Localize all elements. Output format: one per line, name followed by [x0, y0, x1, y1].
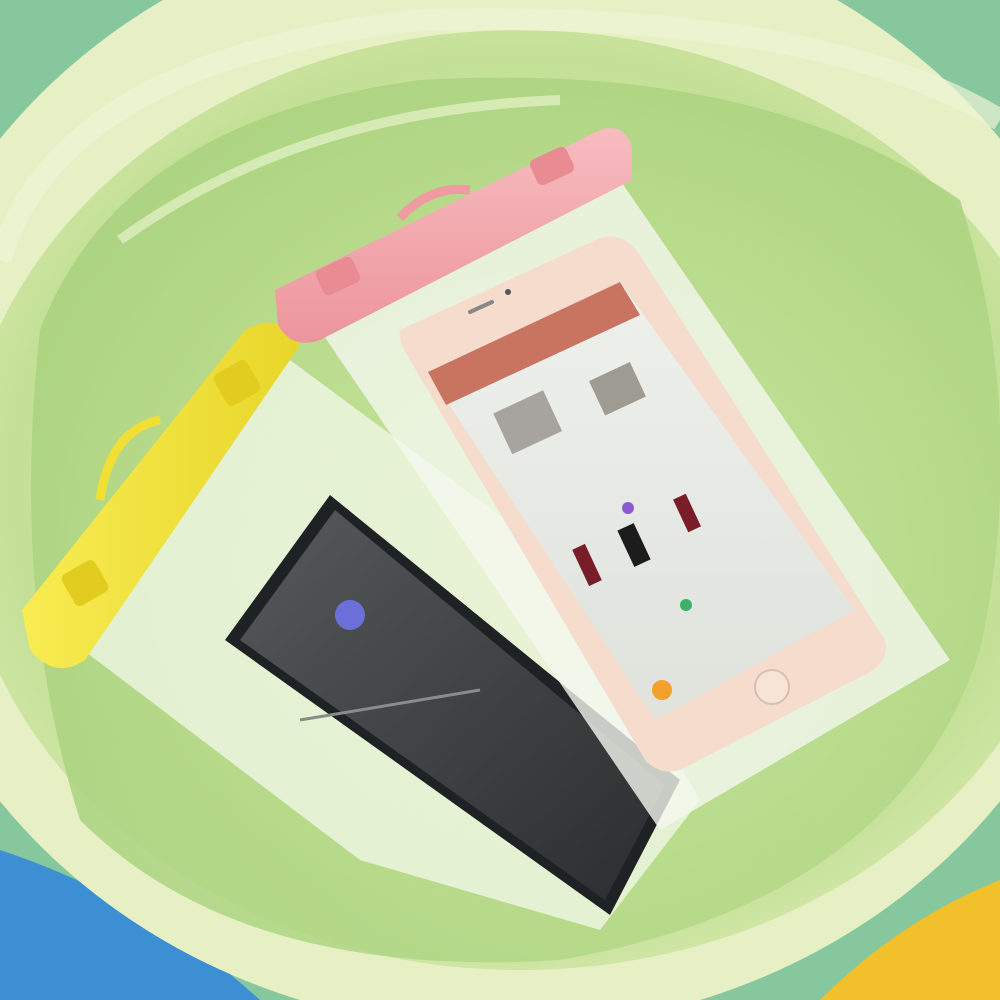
- home-button: [754, 669, 790, 705]
- screen-badge-purple: [622, 502, 634, 514]
- screen-bottom-icon-orange: [652, 680, 672, 700]
- screen-avatar-circle: [335, 600, 365, 630]
- screen-badge-green: [680, 599, 692, 611]
- photo-scene: [0, 0, 1000, 1000]
- front-camera: [505, 289, 511, 295]
